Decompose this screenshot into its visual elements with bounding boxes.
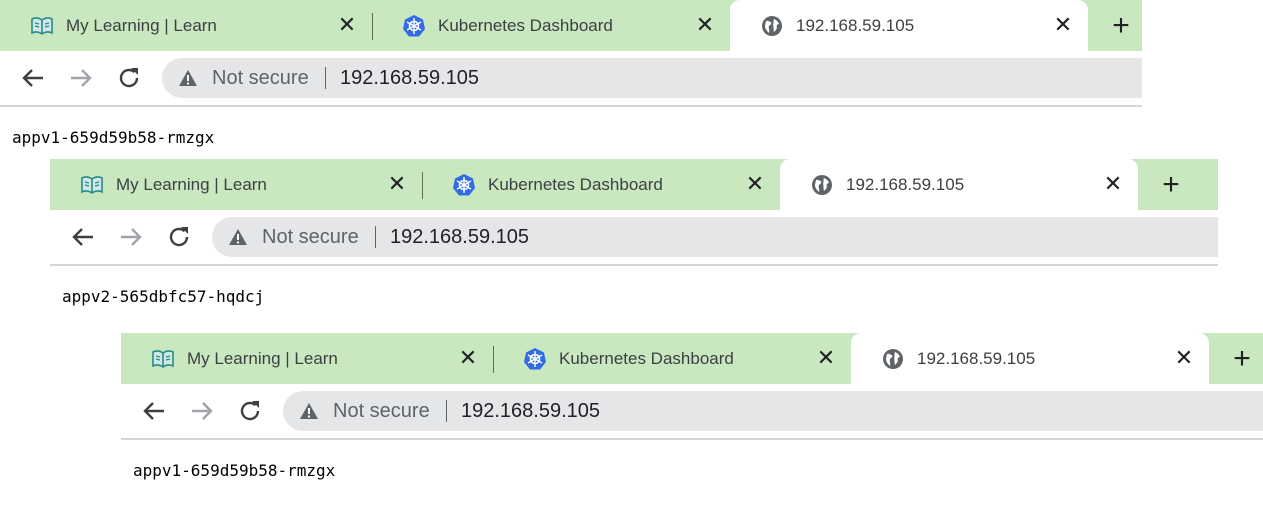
- forward-arrow-icon: [67, 69, 95, 96]
- back-arrow-icon: [19, 69, 47, 96]
- address-divider: [375, 226, 376, 248]
- plus-icon: +: [1112, 9, 1130, 42]
- url-text[interactable]: 192.168.59.105: [390, 226, 529, 249]
- tab-title: 192.168.59.105: [846, 175, 965, 194]
- url-text[interactable]: 192.168.59.105: [340, 67, 479, 90]
- forward-arrow-icon: [117, 228, 145, 255]
- address-divider: [446, 400, 447, 422]
- warning-icon[interactable]: [228, 228, 248, 246]
- toolbar: Not secure 192.168.59.105: [121, 384, 1263, 440]
- tab-strip: My Learning | Learn ✕ Kubernetes Dashboard…: [50, 159, 1218, 210]
- new-tab-button[interactable]: +: [1094, 0, 1148, 51]
- toolbar: Not secure 192.168.59.105: [0, 51, 1142, 107]
- kubernetes-icon: [452, 173, 476, 197]
- reload-button[interactable]: [115, 64, 143, 92]
- close-icon[interactable]: ✕: [386, 173, 408, 195]
- tab-title: Kubernetes Dashboard: [438, 16, 613, 35]
- new-tab-button[interactable]: +: [1144, 159, 1198, 210]
- forward-button[interactable]: [67, 64, 95, 92]
- close-icon[interactable]: ✕: [1173, 347, 1195, 369]
- back-button[interactable]: [19, 64, 47, 92]
- tab-2[interactable]: Kubernetes Dashboard ✕: [493, 333, 851, 384]
- address-bar[interactable]: Not secure 192.168.59.105: [162, 58, 1142, 98]
- warning-icon[interactable]: [178, 69, 198, 87]
- back-button[interactable]: [140, 397, 168, 425]
- security-status[interactable]: Not secure: [262, 226, 359, 249]
- address-bar[interactable]: Not secure 192.168.59.105: [283, 391, 1263, 431]
- toolbar: Not secure 192.168.59.105: [50, 210, 1218, 266]
- reload-icon: [236, 401, 264, 429]
- warning-icon[interactable]: [299, 402, 319, 420]
- tab-strip: My Learning | Learn ✕ Kubernetes Dashboard…: [0, 0, 1142, 51]
- book-icon: [80, 173, 104, 197]
- tab-title: Kubernetes Dashboard: [559, 349, 734, 368]
- forward-button[interactable]: [117, 223, 145, 251]
- tab-title: Kubernetes Dashboard: [488, 175, 663, 194]
- book-icon: [151, 347, 175, 371]
- tab-2[interactable]: Kubernetes Dashboard ✕: [372, 0, 730, 51]
- back-arrow-icon: [69, 228, 97, 255]
- plus-icon: +: [1233, 342, 1251, 375]
- kubernetes-icon: [523, 347, 547, 371]
- close-icon[interactable]: ✕: [744, 173, 766, 195]
- reload-icon: [165, 227, 193, 255]
- tab-strip: My Learning | Learn ✕ Kubernetes Dashboard…: [121, 333, 1263, 384]
- new-tab-button[interactable]: +: [1215, 333, 1263, 384]
- reload-button[interactable]: [165, 223, 193, 251]
- globe-icon: [760, 14, 784, 38]
- tab-3[interactable]: 192.168.59.105 ✕: [730, 0, 1088, 51]
- book-icon: [30, 14, 54, 38]
- page-body-text: appv1-659d59b58-rmzgx: [12, 128, 215, 147]
- forward-arrow-icon: [188, 402, 216, 429]
- globe-icon: [881, 347, 905, 371]
- browser-window-1: My Learning | Learn ✕ Kubernetes Dashboard…: [0, 0, 1142, 170]
- forward-button[interactable]: [188, 397, 216, 425]
- tab-title: My Learning | Learn: [116, 175, 267, 194]
- tab-1[interactable]: My Learning | Learn ✕: [50, 159, 422, 210]
- close-icon[interactable]: ✕: [815, 347, 837, 369]
- globe-icon: [810, 173, 834, 197]
- tab-title: 192.168.59.105: [917, 349, 1036, 368]
- address-divider: [325, 67, 326, 89]
- tab-title: My Learning | Learn: [66, 16, 217, 35]
- page-body-text: appv1-659d59b58-rmzgx: [133, 461, 336, 480]
- tab-3[interactable]: 192.168.59.105 ✕: [780, 159, 1138, 210]
- security-status[interactable]: Not secure: [333, 400, 430, 423]
- close-icon[interactable]: ✕: [694, 14, 716, 36]
- browser-window-3: My Learning | Learn ✕ Kubernetes Dashboard…: [121, 333, 1263, 503]
- close-icon[interactable]: ✕: [1102, 173, 1124, 195]
- back-arrow-icon: [140, 402, 168, 429]
- plus-icon: +: [1162, 168, 1180, 201]
- tab-1[interactable]: My Learning | Learn ✕: [0, 0, 372, 51]
- page-body-text: appv2-565dbfc57-hqdcj: [62, 287, 265, 306]
- tab-title: My Learning | Learn: [187, 349, 338, 368]
- close-icon[interactable]: ✕: [457, 347, 479, 369]
- close-icon[interactable]: ✕: [1052, 14, 1074, 36]
- address-bar[interactable]: Not secure 192.168.59.105: [212, 217, 1218, 257]
- kubernetes-icon: [402, 14, 426, 38]
- reload-button[interactable]: [236, 397, 264, 425]
- tab-2[interactable]: Kubernetes Dashboard ✕: [422, 159, 780, 210]
- url-text[interactable]: 192.168.59.105: [461, 400, 600, 423]
- browser-window-2: My Learning | Learn ✕ Kubernetes Dashboard…: [50, 159, 1218, 329]
- close-icon[interactable]: ✕: [336, 14, 358, 36]
- security-status[interactable]: Not secure: [212, 67, 309, 90]
- back-button[interactable]: [69, 223, 97, 251]
- tab-title: 192.168.59.105: [796, 16, 915, 35]
- reload-icon: [115, 68, 143, 96]
- tab-1[interactable]: My Learning | Learn ✕: [121, 333, 493, 384]
- tab-3[interactable]: 192.168.59.105 ✕: [851, 333, 1209, 384]
